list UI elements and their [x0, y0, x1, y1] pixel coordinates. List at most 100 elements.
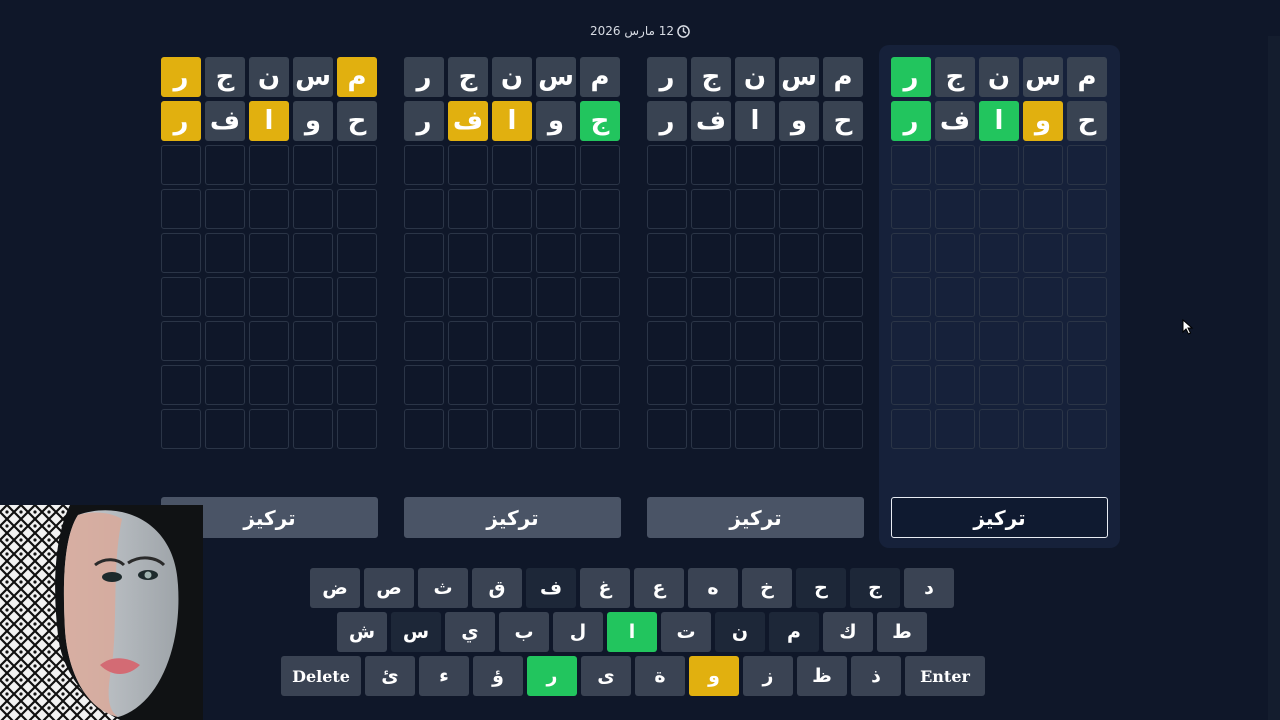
tile: ر — [404, 101, 444, 141]
letter-key[interactable]: ء — [419, 656, 469, 696]
letter-key[interactable]: ج — [850, 568, 900, 608]
tile — [448, 409, 488, 449]
tile — [536, 321, 576, 361]
letter-key[interactable]: ى — [581, 656, 631, 696]
letter-key[interactable]: خ — [742, 568, 792, 608]
tile — [249, 189, 289, 229]
board-3[interactable]: م س ن ج ر ح و ا ف ر تركيز — [635, 45, 876, 548]
tile — [735, 277, 775, 317]
tile — [691, 233, 731, 273]
letter-key[interactable]: ذ — [851, 656, 901, 696]
tile — [492, 409, 532, 449]
tile: ج — [691, 57, 731, 97]
tile — [337, 365, 377, 405]
letter-key[interactable]: ة — [635, 656, 685, 696]
tile — [293, 321, 333, 361]
letter-key[interactable]: ؤ — [473, 656, 523, 696]
letter-key[interactable]: ز — [743, 656, 793, 696]
letter-key[interactable]: ي — [445, 612, 495, 652]
letter-key[interactable]: ظ — [797, 656, 847, 696]
tile — [580, 365, 620, 405]
tile — [161, 409, 201, 449]
letter-key[interactable]: م — [769, 612, 819, 652]
mouse-cursor-icon — [1182, 319, 1194, 335]
letter-key[interactable]: ص — [364, 568, 414, 608]
letter-key[interactable]: ر — [527, 656, 577, 696]
tile — [779, 321, 819, 361]
tile — [1023, 321, 1063, 361]
tile — [935, 189, 975, 229]
tile — [161, 277, 201, 317]
tile: ر — [404, 57, 444, 97]
tile — [492, 365, 532, 405]
letter-key[interactable]: ه — [688, 568, 738, 608]
tile — [161, 145, 201, 185]
letter-key[interactable]: ق — [472, 568, 522, 608]
tile — [979, 409, 1019, 449]
page-scrollbar[interactable] — [1268, 36, 1280, 720]
focus-button[interactable]: تركيز — [404, 497, 621, 538]
tile — [935, 233, 975, 273]
tile — [337, 233, 377, 273]
tile — [1067, 277, 1107, 317]
letter-key[interactable]: س — [391, 612, 441, 652]
tile — [935, 321, 975, 361]
tile — [337, 409, 377, 449]
tile — [337, 145, 377, 185]
tile: و — [293, 101, 333, 141]
delete-key[interactable]: Delete — [281, 656, 361, 696]
letter-key[interactable]: ب — [499, 612, 549, 652]
tile — [161, 189, 201, 229]
tile — [735, 233, 775, 273]
tile — [249, 409, 289, 449]
tile — [779, 409, 819, 449]
tile — [779, 277, 819, 317]
focus-button[interactable]: تركيز — [891, 497, 1108, 538]
tile — [536, 365, 576, 405]
letter-key[interactable]: ث — [418, 568, 468, 608]
tile: ا — [735, 101, 775, 141]
tile — [979, 365, 1019, 405]
keyboard-row: طكمنتالبيسش — [337, 612, 927, 652]
tile — [249, 145, 289, 185]
tile — [404, 277, 444, 317]
board-2[interactable]: م س ن ج ر ج و ا ف ر تركيز — [392, 45, 633, 548]
tile: ف — [205, 101, 245, 141]
letter-key[interactable]: ط — [877, 612, 927, 652]
tile — [891, 409, 931, 449]
letter-key[interactable]: ا — [607, 612, 657, 652]
tile: ج — [205, 57, 245, 97]
tile — [448, 189, 488, 229]
board-1[interactable]: م س ن ج ر ح و ا ف ر تركيز — [149, 45, 390, 548]
letter-key[interactable]: ع — [634, 568, 684, 608]
tile — [293, 365, 333, 405]
letter-key[interactable]: ئ — [365, 656, 415, 696]
tile — [205, 233, 245, 273]
letter-key[interactable]: ح — [796, 568, 846, 608]
letter-key[interactable]: ك — [823, 612, 873, 652]
tile — [1023, 189, 1063, 229]
letter-key[interactable]: ت — [661, 612, 711, 652]
tile — [823, 189, 863, 229]
enter-key[interactable]: Enter — [905, 656, 985, 696]
board-4[interactable]: م س ن ج ر ح و ا ف ر تركيز — [879, 45, 1120, 548]
tile — [647, 233, 687, 273]
tile — [823, 233, 863, 273]
letter-key[interactable]: و — [689, 656, 739, 696]
tile — [404, 233, 444, 273]
letter-key[interactable]: د — [904, 568, 954, 608]
focus-button[interactable]: تركيز — [647, 497, 864, 538]
letter-key[interactable]: ل — [553, 612, 603, 652]
tile — [647, 409, 687, 449]
tile: ف — [691, 101, 731, 141]
letter-key[interactable]: ف — [526, 568, 576, 608]
letter-key[interactable]: ش — [337, 612, 387, 652]
board-grid: مسنجر حوافر — [647, 57, 863, 449]
letter-key[interactable]: ن — [715, 612, 765, 652]
tile — [580, 145, 620, 185]
letter-key[interactable]: ض — [310, 568, 360, 608]
tile — [448, 365, 488, 405]
letter-key[interactable]: غ — [580, 568, 630, 608]
tile — [1023, 233, 1063, 273]
tile: ف — [935, 101, 975, 141]
